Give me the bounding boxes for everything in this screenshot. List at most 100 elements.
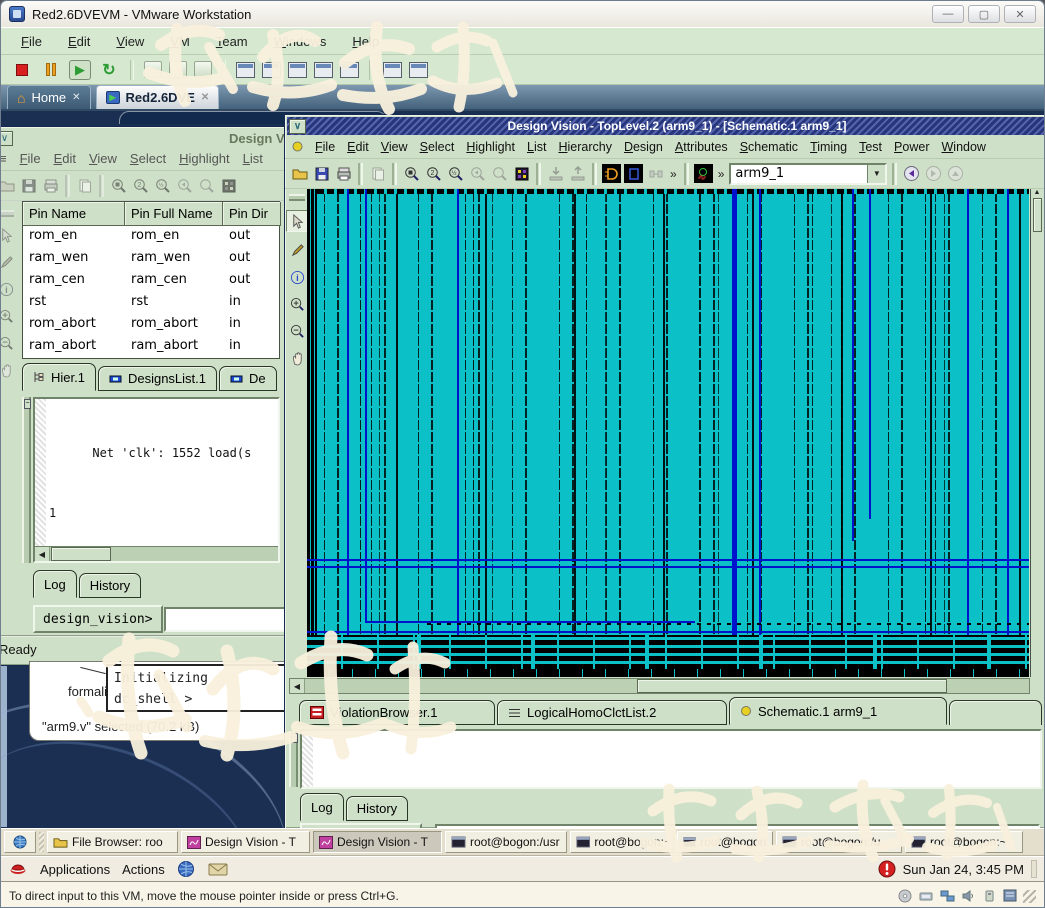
zoom-2x-icon[interactable]: 2 [131,176,150,195]
pane-divider[interactable]: − [289,731,298,787]
message-log-icon[interactable] [1002,889,1018,903]
redhat-menu-icon[interactable] [8,861,28,877]
pan-hand-icon[interactable] [1,361,15,379]
tab-log[interactable]: Log [33,570,77,598]
palette-grip[interactable] [289,194,305,201]
pin-cell[interactable]: rst [125,292,223,314]
panel-clock[interactable]: Sun Jan 24, 3:45 PM [903,862,1024,877]
tab-violationbrowser[interactable]: ViolationBrowser.1 [299,700,495,725]
panel-menu-applications[interactable]: Applications [40,862,110,877]
dv-main-titlebar[interactable]: ∨ Design Vi [1,129,292,147]
select-cursor-icon[interactable] [1,226,15,244]
window-menu-button[interactable]: ∨ [289,119,306,134]
console-view-button[interactable] [288,62,307,78]
pin-cell[interactable]: rom_en [23,226,125,248]
tab-home[interactable]: ⌂ Home ✕ [7,85,91,109]
unity-button[interactable] [262,62,281,78]
net-view-icon[interactable] [646,164,665,183]
menu-list[interactable]: List [243,151,263,166]
menu-windows[interactable]: Windows [274,34,327,49]
vmware-titlebar[interactable]: Red2.6DVEVM - VMware Workstation — ▢ ✕ [1,1,1044,27]
pane-divider[interactable]: − [22,397,31,563]
command-input[interactable] [164,607,288,632]
zoom-2x-icon[interactable]: 2 [424,164,443,183]
collapse-handle[interactable]: − [24,399,31,409]
menu-hierarchy[interactable]: Hierarchy [558,140,612,154]
pause-vm-button[interactable] [40,60,62,80]
menu-edit[interactable]: Edit [347,140,369,154]
zoom-select-icon[interactable] [490,164,509,183]
zoom-back-icon[interactable] [468,164,487,183]
sound-device-icon[interactable] [960,889,976,903]
zoom-half-icon[interactable]: ½ [446,164,465,183]
copy-icon[interactable] [75,176,94,195]
pin-cell[interactable]: rst [23,292,125,314]
usb-device-icon[interactable] [981,889,997,903]
snapshot-manager-button[interactable] [194,61,212,78]
pin-cell[interactable]: ram_abort [23,336,125,358]
tab-history[interactable]: History [346,796,408,821]
canvas-hscrollbar[interactable]: ◀ [289,678,1030,694]
pan-hand-icon[interactable] [288,349,306,367]
menu-file[interactable]: File [21,34,42,49]
menu-view[interactable]: View [116,34,144,49]
toolbar-overflow[interactable]: » [716,167,727,181]
palette-grip[interactable] [1,210,14,217]
taskbar-terminal-5[interactable]: root@bogon:~ [905,831,1023,853]
revert-snapshot-button[interactable] [169,61,187,78]
zoom-select-icon[interactable] [197,176,216,195]
zoom-full-icon[interactable] [402,164,421,183]
web-browser-launcher[interactable] [4,831,36,853]
zoom-back-icon[interactable] [175,176,194,195]
fullscreen-button[interactable] [236,62,255,78]
prompt-button[interactable]: design_vision> [33,605,163,633]
tab-log[interactable]: Log [300,793,344,821]
dv-schem-console[interactable]: Current design is 'arm9_1'. design_visio… [300,729,1042,789]
alert-notification-icon[interactable] [878,860,896,878]
tab-close-icon[interactable]: ✕ [201,92,209,103]
schematic-canvas[interactable] [307,189,1029,677]
tab-schematic[interactable]: Schematic.1 arm9_1 [729,697,947,725]
dv-schem-titlebar[interactable]: ∨ Design Vision - TopLevel.2 (arm9_1) - … [287,117,1044,135]
forward-icon[interactable] [924,164,943,183]
symbol-view-icon[interactable] [624,164,643,183]
select-cursor-icon[interactable] [286,210,308,232]
push-down-icon[interactable] [546,164,565,183]
zoom-full-icon[interactable] [109,176,128,195]
pin-cell[interactable]: ram_cen [125,270,223,292]
log-hscrollbar[interactable]: ◀ [35,546,278,561]
show-thumbnails-button[interactable] [409,62,428,78]
menu-test[interactable]: Test [859,140,882,154]
maximize-button[interactable]: ▢ [968,5,1000,23]
design-combo[interactable]: arm9_1 ▼ [729,163,887,185]
taskbar-design-vision-2[interactable]: Design Vision - T [313,831,442,853]
view-options-icon[interactable] [219,176,238,195]
view-options-icon[interactable] [512,164,531,183]
pencil-icon[interactable] [1,253,15,271]
menu-view[interactable]: View [381,140,408,154]
pin-cell[interactable]: out [223,248,281,270]
menu-edit[interactable]: Edit [54,151,76,166]
pin-cell[interactable]: rom_abort [23,314,125,336]
stop-vm-button[interactable] [11,60,33,80]
open-icon[interactable] [290,164,309,183]
tab-hier[interactable]: Hier.1 [22,363,96,391]
gate-schematic-icon[interactable] [602,164,621,183]
panel-menu-actions[interactable]: Actions [122,862,165,877]
menu-attributes[interactable]: Attributes [675,140,728,154]
web-browser-launcher-icon[interactable] [177,860,196,878]
pin-cell[interactable]: ram_cen [23,270,125,292]
pin-cell[interactable]: out [223,226,281,248]
tab-vm-red26dvevm[interactable]: ▶ Red2.6DVE ✕ [96,85,220,109]
copy-icon[interactable] [368,164,387,183]
pin-cell[interactable]: in [223,336,281,358]
tab-history[interactable]: History [79,573,141,598]
taskbar-file-browser[interactable]: File Browser: roo [47,831,178,853]
info-icon[interactable]: i [288,268,306,286]
menu-edit[interactable]: Edit [68,34,90,49]
print-icon[interactable] [41,176,60,195]
menu-power[interactable]: Power [894,140,929,154]
menu-timing[interactable]: Timing [810,140,847,154]
design-vision-schematic-window[interactable]: ∨ Design Vision - TopLevel.2 (arm9_1) - … [284,114,1044,829]
print-icon[interactable] [334,164,353,183]
